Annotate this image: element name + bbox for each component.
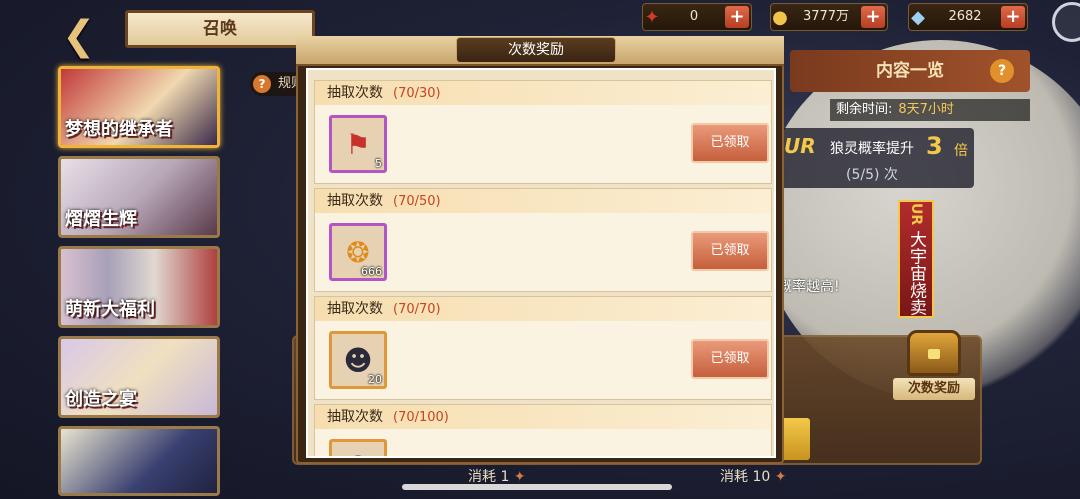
claimed-button[interactable]: 已领取: [691, 231, 769, 271]
reward-row-header: 抽取次数 (70/50): [315, 189, 771, 213]
currency-gold: ● 3777万 +: [770, 3, 888, 31]
item-quantity: 666: [361, 265, 382, 278]
banner-item-1[interactable]: 梦想的继承者: [58, 66, 220, 148]
question-icon: ?: [253, 75, 271, 93]
currency-red-token: ✦ 0 +: [642, 3, 752, 31]
count-reward-chest-button[interactable]: 次数奖励: [893, 326, 975, 406]
reward-row-label: 抽取次数: [327, 409, 383, 425]
question-icon[interactable]: ?: [990, 59, 1014, 83]
reward-row-progress: (70/70): [393, 302, 441, 317]
flame-orb-icon[interactable]: ❂ 666: [329, 223, 387, 281]
reward-row-progress: (70/50): [393, 194, 441, 209]
rate-up-count: (5/5) 次: [846, 167, 898, 183]
cost-label: 消耗 10: [720, 469, 771, 485]
banner-item-3[interactable]: 萌新大福利: [58, 246, 220, 328]
reward-row-progress: (70/30): [393, 86, 441, 101]
red-token-icon: ✦: [644, 6, 660, 28]
currency-value: 2682: [948, 9, 982, 24]
rate-up-unit: 倍: [954, 143, 968, 159]
time-label: 剩余时间:: [836, 102, 893, 117]
claimed-button[interactable]: 已领取: [691, 339, 769, 379]
gold-coin-icon: ●: [772, 6, 788, 28]
currency-crystal: ◆ 2682 +: [908, 3, 1028, 31]
currency-value: 0: [689, 9, 699, 24]
modal-title: 次数奖励: [456, 37, 616, 63]
treasure-chest-icon: [907, 330, 961, 376]
character-portrait-icon[interactable]: ☻: [329, 439, 387, 456]
reward-row-label: 抽取次数: [327, 301, 383, 317]
character-portrait-icon[interactable]: ☻ 20: [329, 331, 387, 389]
rate-up-info: UR 狼灵概率提升 3 倍 (5/5) 次: [776, 128, 974, 188]
currency-value: 3777万: [802, 9, 850, 24]
reward-row-label: 抽取次数: [327, 193, 383, 209]
reward-row: 抽取次数 (70/70) ☻ 20 已领取: [314, 296, 772, 400]
item-quantity: 5: [375, 157, 382, 170]
reward-list[interactable]: 抽取次数 (70/30) ⚑ 5 已领取 抽取次数 (70/50) ❂ 666 已领…: [306, 68, 776, 458]
content-overview-label: 内容一览: [876, 61, 944, 81]
reward-row-header: 抽取次数 (70/30): [315, 81, 771, 105]
rate-up-text: 狼灵概率提升: [830, 141, 914, 157]
featured-character-name: 大宇宙烧卖: [906, 230, 926, 316]
reward-row-header: 抽取次数 (70/100): [315, 405, 771, 429]
reward-row: 抽取次数 (70/30) ⚑ 5 已领取: [314, 80, 772, 184]
back-button[interactable]: ❮: [62, 14, 112, 58]
add-crystal-button[interactable]: +: [1001, 6, 1025, 28]
home-indicator[interactable]: [402, 484, 672, 490]
banner-item-2[interactable]: 熠熠生辉: [58, 156, 220, 238]
reward-row-progress: (70/100): [393, 410, 449, 425]
banner-name: 梦想的继承者: [65, 119, 173, 140]
ur-tag: UR: [784, 134, 816, 158]
back-arrow-icon: ❮: [62, 13, 96, 59]
cost-label: 消耗 1: [468, 469, 510, 485]
time-remaining: 剩余时间: 8天7小时: [830, 99, 1030, 121]
chest-label: 次数奖励: [893, 378, 975, 400]
banner-item-4[interactable]: 创造之宴: [58, 336, 220, 418]
red-token-icon: ✦: [774, 469, 787, 485]
summon-ten-button[interactable]: 消耗 10 ✦: [720, 466, 786, 486]
add-gold-button[interactable]: +: [861, 6, 885, 28]
summon-once-button[interactable]: 消耗 1 ✦: [468, 466, 526, 486]
banner-art: [61, 429, 217, 493]
claimed-button[interactable]: 已领取: [691, 123, 769, 163]
totem-icon[interactable]: ⚑ 5: [329, 115, 387, 173]
corner-button[interactable]: [1052, 2, 1080, 42]
item-quantity: 20: [368, 373, 382, 386]
add-red-token-button[interactable]: +: [725, 6, 749, 28]
banner-name: 熠熠生辉: [65, 209, 137, 230]
reward-row-label: 抽取次数: [327, 85, 383, 101]
banner-name: 创造之宴: [65, 389, 137, 410]
reward-row: 抽取次数 (70/100) ☻: [314, 404, 772, 456]
time-value: 8天7小时: [898, 102, 954, 117]
ur-tag: UR: [908, 202, 924, 225]
crystal-icon: ◆: [911, 6, 925, 28]
featured-character-banner: UR 大宇宙烧卖: [898, 200, 934, 318]
page-title: 召唤: [125, 10, 315, 48]
banner-name: 萌新大福利: [65, 299, 155, 320]
rate-up-multiplier: 3: [926, 132, 943, 160]
reward-row-header: 抽取次数 (70/70): [315, 297, 771, 321]
red-token-icon: ✦: [513, 469, 526, 485]
reward-row: 抽取次数 (70/50) ❂ 666 已领取: [314, 188, 772, 292]
content-overview-button[interactable]: 内容一览 ?: [790, 50, 1030, 92]
probability-text: 概率越高!: [778, 279, 840, 295]
banner-item-5[interactable]: [58, 426, 220, 496]
